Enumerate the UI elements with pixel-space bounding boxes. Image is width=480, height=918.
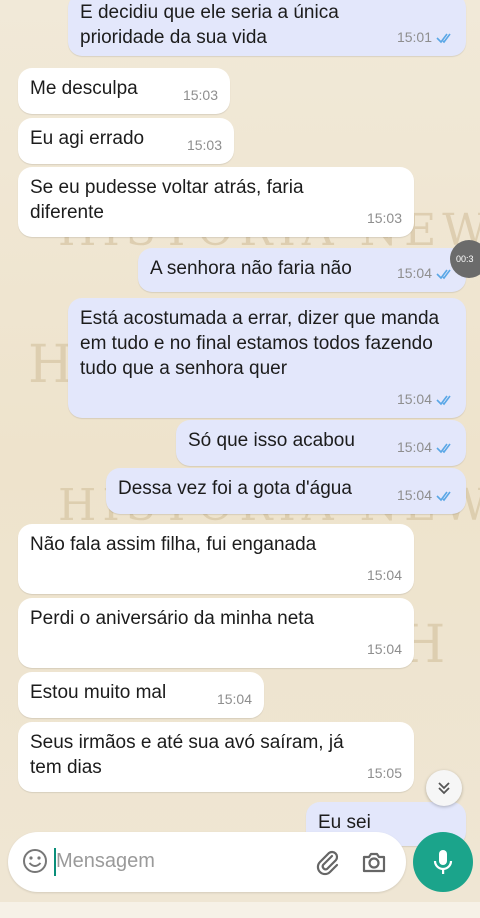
message-text: Se eu pudesse voltar atrás, faria difere… [30,177,304,223]
message-time: 15:01 [396,29,432,45]
message-bubble-incoming[interactable]: Se eu pudesse voltar atrás, faria difere… [18,167,414,237]
system-nav-bar [0,902,480,918]
read-ticks-icon [436,491,451,501]
message-text: Está acostumada a errar, dizer que manda… [80,308,440,379]
message-bubble-incoming[interactable]: Seus irmãos e até sua avó saíram, já tem… [18,722,414,792]
message-bubble-outgoing[interactable]: Está acostumada a errar, dizer que manda… [68,298,466,418]
media-duration-badge[interactable]: 00:3 [450,240,480,278]
read-ticks-icon [436,33,451,43]
emoji-icon[interactable] [22,848,48,874]
message-meta: 15:04 [397,435,454,460]
message-time: 15:04 [396,391,432,407]
message-time: 15:04 [366,641,402,657]
message-bubble-outgoing[interactable]: A senhora não faria não 15:04 [138,248,466,292]
message-bubble-outgoing[interactable]: Só que isso acabou 15:04 [176,420,466,466]
read-ticks-icon [436,395,451,405]
read-ticks-icon [436,269,451,279]
message-text: Seus irmãos e até sua avó saíram, já tem… [30,732,344,778]
message-bubble-incoming[interactable]: Me desculpa 15:03 [18,68,230,114]
message-time: 15:03 [366,210,402,226]
message-bubble-outgoing[interactable]: E decidiu que ele seria a única priorida… [68,0,466,56]
message-bubble-incoming[interactable]: Não fala assim filha, fui enganada 15:04 [18,524,414,594]
message-composer[interactable]: Mensagem [8,832,406,892]
duration-text: 00:3 [456,254,474,264]
message-bubble-outgoing[interactable]: Dessa vez foi a gota d'água 15:04 [106,468,466,514]
message-text: Não fala assim filha, fui enganada [30,534,317,555]
message-time: 15:04 [216,691,252,707]
message-meta: 15:04 [397,483,454,508]
paperclip-icon[interactable] [313,848,341,876]
message-meta: 15:04 [397,387,454,412]
camera-icon[interactable] [360,848,388,876]
message-time: 15:04 [366,567,402,583]
message-time: 15:03 [186,137,222,153]
double-chevron-down-icon [438,782,450,795]
message-time: 15:03 [182,87,218,103]
message-bubble-incoming[interactable]: Perdi o aniversário da minha neta 15:04 [18,598,414,668]
scroll-to-bottom-button[interactable] [426,770,462,806]
read-ticks-icon [436,443,451,453]
message-bubble-incoming[interactable]: Eu agi errado 15:03 [18,118,234,164]
message-meta: 15:01 [397,25,454,50]
message-time: 15:04 [396,439,432,455]
message-text: Perdi o aniversário da minha neta [30,608,315,629]
message-input[interactable]: Mensagem [56,850,155,873]
microphone-icon [433,850,453,874]
message-bubble-incoming[interactable]: Estou muito mal 15:04 [18,672,264,718]
message-meta: 15:04 [397,261,454,286]
message-text: E decidiu que ele seria a única priorida… [80,2,339,48]
message-time: 15:05 [366,765,402,781]
microphone-button[interactable] [413,832,473,892]
message-time: 15:04 [396,487,432,503]
message-time: 15:04 [396,265,432,281]
